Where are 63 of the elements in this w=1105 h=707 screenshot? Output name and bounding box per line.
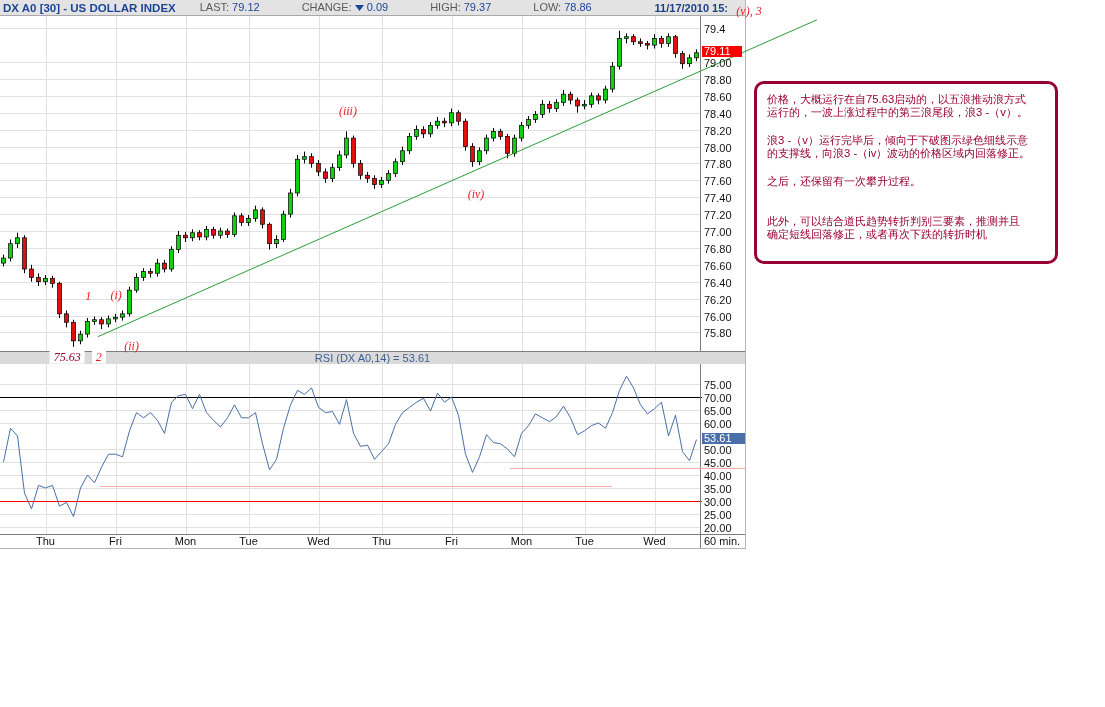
wave-label: 1 xyxy=(85,289,92,303)
wave-label: (iv) xyxy=(467,187,485,201)
axis-label: 77.40 xyxy=(704,193,732,204)
axis-label: 65.00 xyxy=(704,406,732,416)
axis-label: 60.00 xyxy=(704,419,732,429)
note-paragraph: 浪3 -（v）运行完毕后，倾向于下破图示绿色细线示意的支撑线，向浪3 -（iv）波动的价格区域内回落修正。 xyxy=(767,134,1031,160)
field-label: LAST: xyxy=(199,1,230,14)
day-label: Mon xyxy=(510,536,533,547)
day-label: Tue xyxy=(239,536,258,547)
axis-label: 77.80 xyxy=(704,159,732,170)
last-value-badge: 79.11 xyxy=(702,46,742,58)
field-label: HIGH: xyxy=(430,1,461,14)
axis-label: 35.00 xyxy=(704,484,732,494)
axis-label: 70.00 xyxy=(704,393,732,403)
day-label: Fri xyxy=(109,536,122,547)
axis-label: 75.80 xyxy=(704,328,732,339)
timestamp: 11/17/2010 15: xyxy=(654,0,728,15)
axis-label: 78.20 xyxy=(704,125,732,136)
axis-label: 77.00 xyxy=(704,227,732,237)
field-value: 0.09 xyxy=(366,1,389,14)
day-label: Thu xyxy=(36,536,55,547)
axis-label: 76.40 xyxy=(704,277,732,288)
axis-label: 45.00 xyxy=(704,458,732,468)
axis-label: 77.20 xyxy=(704,210,732,221)
axis-label: 50.00 xyxy=(704,445,732,455)
axis-label: 76.00 xyxy=(704,311,732,322)
day-label: Thu xyxy=(372,536,391,547)
axis-label: 76.80 xyxy=(704,243,732,254)
indicator-title: RSI (DX A0,14) = 53.61 xyxy=(314,352,431,364)
chart-title: DX A0 [30] - US DOLLAR INDEX xyxy=(3,0,176,15)
axis-label: 78.00 xyxy=(704,142,732,153)
price-label: 75.63 xyxy=(49,350,85,364)
axis-label: 20.00 xyxy=(704,522,732,533)
field-value: 79.12 xyxy=(232,1,260,14)
field-value: 78.86 xyxy=(564,1,592,14)
wave-label: (v), 3 xyxy=(736,4,762,18)
day-label: Fri xyxy=(445,536,458,547)
field-value: 79.37 xyxy=(463,1,492,14)
day-label: Wed xyxy=(307,536,330,547)
note-paragraph: 价格，大概运行在自75.63启动的，以五浪推动浪方式运行的，一波上涨过程中的第三浪尾段，浪3 -（v）。 xyxy=(767,93,1029,119)
day-label: Tue xyxy=(575,536,594,547)
last-value-badge: 53.61 xyxy=(702,433,745,445)
axis-label: 76.20 xyxy=(704,294,732,305)
axis-label: 40.00 xyxy=(704,471,732,481)
axis-label: 78.60 xyxy=(704,91,732,102)
axis-label: 76.60 xyxy=(704,260,732,271)
axis-label: 77.60 xyxy=(704,176,732,187)
field-label: LOW: xyxy=(533,1,562,14)
wave-label: (i) xyxy=(110,288,122,302)
day-label: Mon xyxy=(174,536,197,547)
axis-label: 30.00 xyxy=(704,497,732,507)
note-paragraph: 之后，还保留有一次攀升过程。 xyxy=(767,175,922,188)
note-paragraph: 此外，可以结合道氏趋势转折判别三要素，推测并且确定短线回落修正，或者再次下跌的转折时机 xyxy=(767,215,1021,241)
wave-label: (iii) xyxy=(338,104,357,118)
axis-label: 25.00 xyxy=(704,510,732,520)
axis-label: 79.4 xyxy=(704,24,726,35)
day-label: Wed xyxy=(643,536,666,547)
interval-label: 60 min. xyxy=(700,535,745,548)
axis-label: 78.80 xyxy=(704,74,732,85)
axis-label: 75.00 xyxy=(704,380,732,390)
axis-label: 78.40 xyxy=(704,108,732,119)
field-label: CHANGE: xyxy=(301,1,352,14)
wave-label: (ii) xyxy=(124,339,139,353)
